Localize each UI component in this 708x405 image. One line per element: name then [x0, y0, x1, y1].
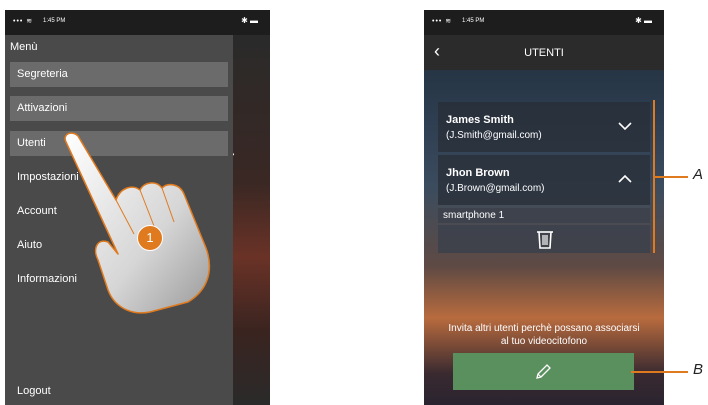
status-bar: ••• ≋ 1:45 PM ✱ ▬ — [5, 10, 270, 35]
menu-item-segreteria[interactable]: Segreteria — [10, 62, 228, 87]
user-email: (J.Smith@gmail.com) — [446, 130, 542, 141]
invite-text-line2: al tuo videocitofono — [500, 336, 588, 347]
header-bar: ‹ UTENTI — [424, 35, 664, 70]
pointing-hand-icon — [64, 132, 211, 314]
status-time: 1:45 PM — [43, 18, 66, 24]
invite-text: Invita altri utenti perchè possano assoc… — [434, 322, 654, 348]
user-row-james-smith[interactable]: James Smith (J.Smith@gmail.com) — [438, 102, 650, 152]
step-number-badge: 1 — [137, 225, 163, 251]
battery-icon: ✱ ▬ — [635, 16, 652, 25]
callout-b-line — [631, 371, 688, 373]
page-title: UTENTI — [524, 47, 564, 59]
callout-a-line — [655, 176, 688, 178]
trash-icon[interactable] — [534, 228, 556, 250]
user-email: (J.Brown@gmail.com) — [446, 183, 545, 194]
wifi-icon: ••• ≋ — [432, 18, 453, 25]
user-name: Jhon Brown — [446, 167, 510, 179]
chevron-up-icon[interactable] — [618, 171, 632, 187]
logout-button[interactable]: Logout — [17, 385, 51, 397]
background-video-preview — [230, 35, 270, 405]
status-bar: ••• ≋ 1:45 PM ✱ ▬ — [424, 10, 664, 35]
chevron-down-icon[interactable] — [618, 118, 632, 134]
wifi-icon: ••• ≋ — [13, 18, 34, 25]
invite-text-line1: Invita altri utenti perchè possano assoc… — [448, 323, 640, 334]
callout-a-label: A — [693, 166, 704, 183]
delete-device-row — [438, 225, 650, 253]
user-row-jhon-brown[interactable]: Jhon Brown (J.Brown@gmail.com) — [438, 155, 650, 205]
invite-user-button[interactable] — [453, 353, 634, 390]
menu-item-attivazioni[interactable]: Attivazioni — [10, 96, 228, 121]
user-name: James Smith — [446, 114, 514, 126]
status-time: 1:45 PM — [462, 18, 485, 24]
pencil-icon — [536, 364, 551, 379]
battery-icon: ✱ ▬ — [241, 16, 258, 25]
callout-b-label: B — [693, 361, 704, 378]
device-item: smartphone 1 — [438, 208, 650, 223]
right-phone-screen: ••• ≋ 1:45 PM ✱ ▬ ‹ UTENTI James Smith (… — [424, 10, 664, 405]
menu-title: Menù — [10, 41, 38, 53]
